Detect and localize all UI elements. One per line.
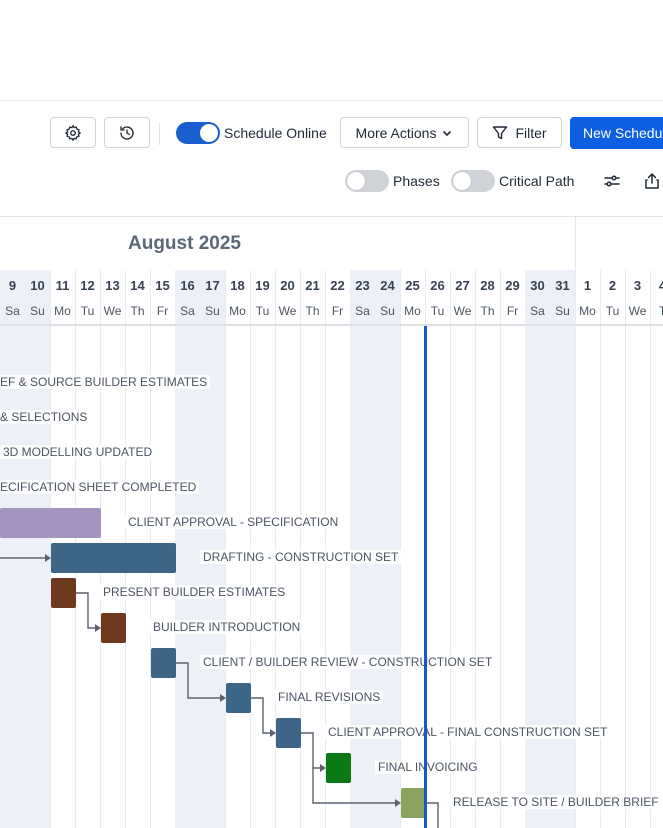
task-label[interactable]: CLIENT / BUILDER REVIEW - CONSTRUCTION S… (200, 655, 496, 669)
task-bar[interactable] (326, 753, 351, 783)
dependency-line (426, 802, 439, 828)
task-bar[interactable] (226, 683, 251, 713)
task-label[interactable]: RELEASE TO SITE / BUILDER BRIEF (450, 795, 662, 809)
dependency-line (251, 697, 270, 734)
task-label[interactable]: 3D MODELLING UPDATED (0, 445, 156, 459)
task-label[interactable]: CLIENT APPROVAL - SPECIFICATION (125, 515, 342, 529)
task-bar[interactable] (401, 788, 426, 818)
task-bar[interactable] (0, 508, 101, 538)
task-label[interactable]: & SELECTIONS (0, 410, 91, 424)
dependency-line (301, 732, 320, 769)
task-bar[interactable] (151, 648, 176, 678)
task-label[interactable]: ECIFICATION SHEET COMPLETED (0, 480, 200, 494)
today-marker (424, 326, 427, 828)
task-bar[interactable] (51, 578, 76, 608)
task-label[interactable]: FINAL REVISIONS (275, 690, 384, 704)
task-bar[interactable] (276, 718, 301, 748)
task-label[interactable]: FINAL INVOICING (375, 760, 481, 774)
task-label[interactable]: EF & SOURCE BUILDER ESTIMATES (0, 375, 211, 389)
task-label[interactable]: BUILDER INTRODUCTION (150, 620, 304, 634)
task-label[interactable]: PRESENT BUILDER ESTIMATES (100, 585, 289, 599)
task-bar[interactable] (51, 543, 176, 573)
task-label[interactable]: DRAFTING - CONSTRUCTION SET (200, 550, 402, 564)
task-bar[interactable] (101, 613, 126, 643)
dependency-line (76, 592, 95, 629)
task-label[interactable]: CLIENT APPROVAL - FINAL CONSTRUCTION SET (325, 725, 611, 739)
